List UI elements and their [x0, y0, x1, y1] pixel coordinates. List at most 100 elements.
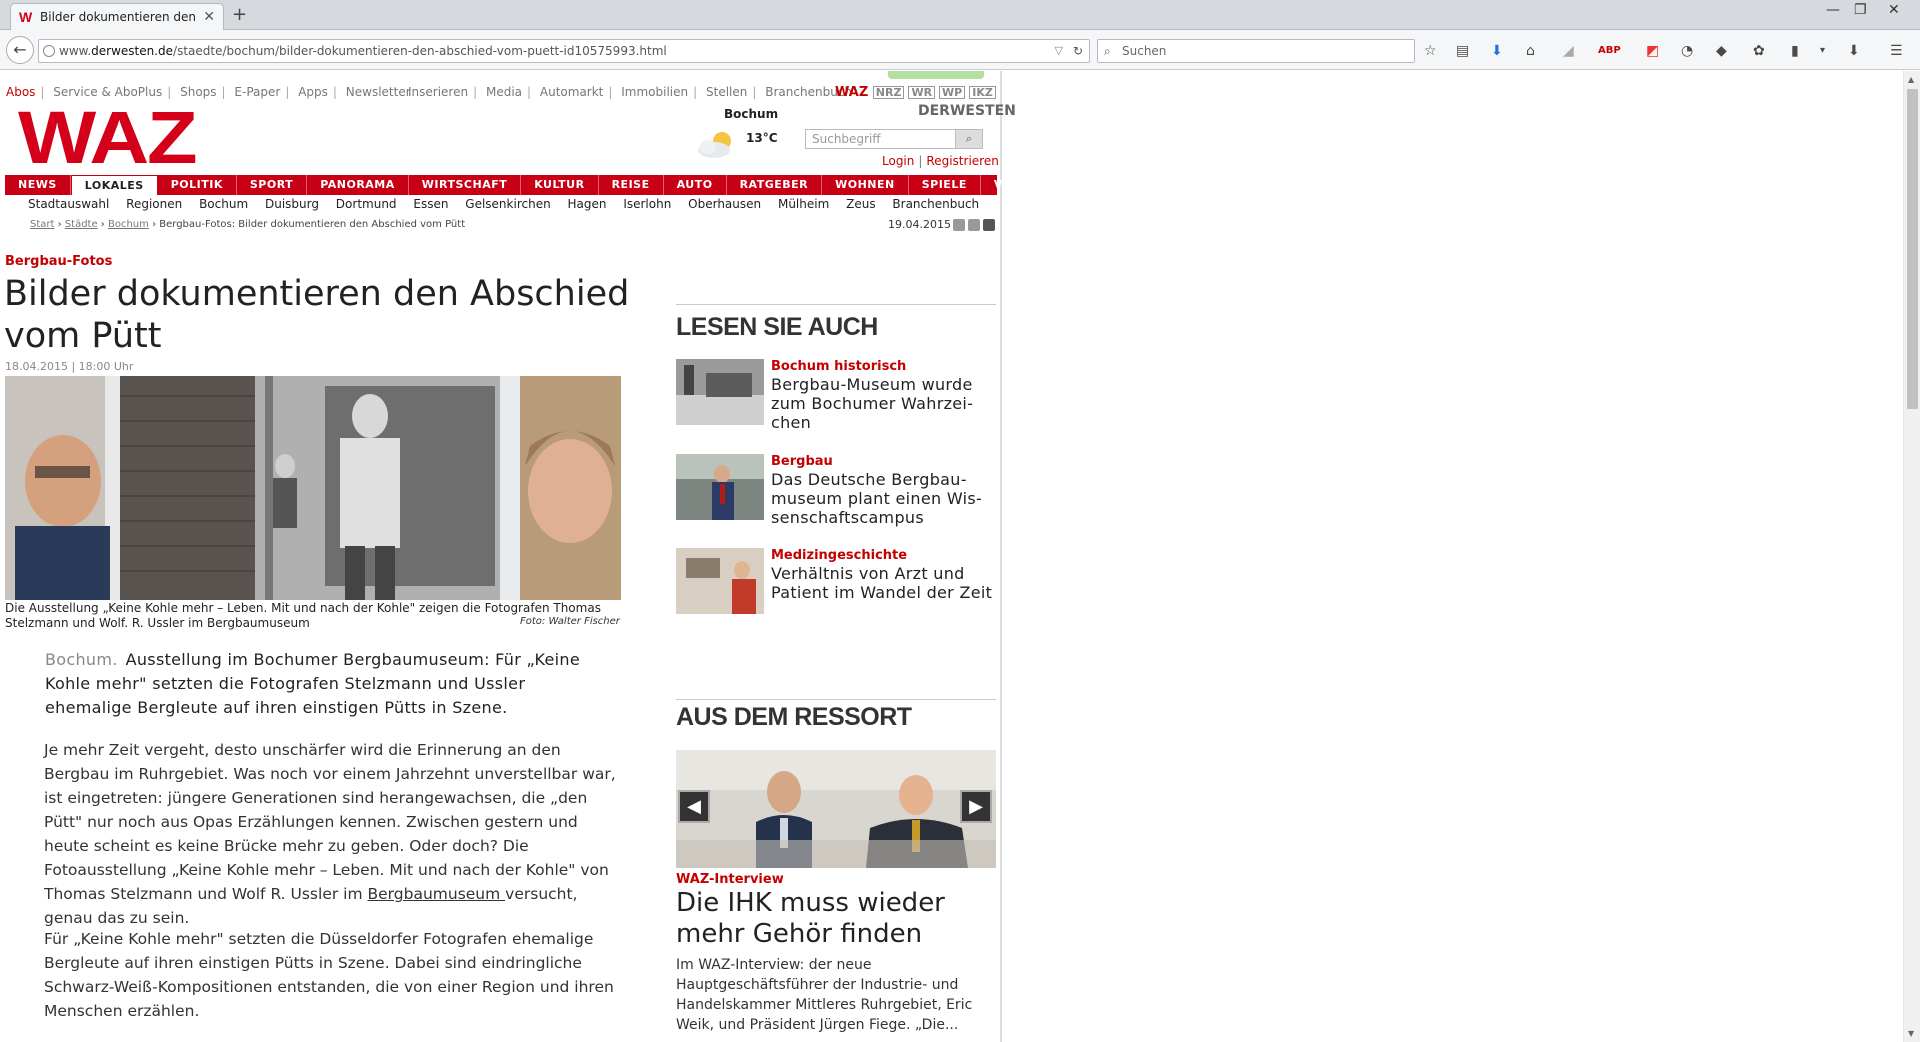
article-hero-image[interactable] [5, 376, 621, 600]
brand-wp[interactable]: WP [939, 86, 966, 99]
top-link-newsletter[interactable]: Newsletter [346, 85, 411, 99]
login-link[interactable]: Login [882, 154, 914, 168]
waz-logo[interactable]: WAZ [18, 101, 198, 175]
nav-reise[interactable]: REISE [599, 175, 664, 195]
teaser-item[interactable]: Bochum historisch Bergbau-Museum wurde z… [676, 359, 996, 432]
adblock-icon[interactable]: ABP [1598, 42, 1621, 60]
top-link-apps[interactable]: Apps [298, 85, 328, 99]
home-icon[interactable]: ⌂ [1526, 42, 1535, 60]
carousel-prev-button[interactable]: ◀ [678, 790, 710, 823]
brand-nrz[interactable]: NRZ [872, 86, 905, 99]
browser-window: W Bilder dokumentieren den ... ✕ + — ❐ ✕… [0, 0, 1920, 1042]
nav-wohnen[interactable]: WOHNEN [822, 175, 909, 195]
nav-wirtschaft[interactable]: WIRTSCHAFT [409, 175, 522, 195]
teaser-title[interactable]: Verhältnis von Arzt und Patient im Wande… [771, 564, 996, 602]
close-tab-icon[interactable]: ✕ [203, 9, 215, 25]
scroll-down-icon[interactable]: ▼ [1908, 1029, 1914, 1038]
nav-lokales[interactable]: LOKALES [70, 175, 158, 195]
clipboard-icon[interactable]: ▮ [1791, 42, 1799, 60]
subnav-oberhausen[interactable]: Oberhausen [688, 197, 761, 211]
facebook-icon[interactable] [983, 219, 995, 231]
teaser-thumbnail[interactable] [676, 454, 764, 520]
sync-icon[interactable]: ◆ [1716, 42, 1727, 60]
subnav-essen[interactable]: Essen [413, 197, 448, 211]
brand-logos: WAZ NRZ WR WP IKZ [835, 85, 1000, 100]
top-link-stellen[interactable]: Stellen [706, 85, 747, 99]
teaser-kicker: Bergbau [771, 454, 833, 469]
back-button[interactable]: ← [6, 36, 34, 64]
subnav-stadtauswahl[interactable]: Stadtauswahl [28, 197, 109, 211]
teaser-item[interactable]: Medizingeschichte Verhältnis von Arzt un… [676, 548, 996, 618]
teaser-title[interactable]: Das Deutsche Bergbau­museum plant einen … [771, 470, 996, 527]
ressort-image[interactable] [676, 750, 996, 868]
page-content: ▲ ▼ Abos | Service & AboPlus | Shops | E-Pa… [0, 71, 1920, 1042]
derwesten-logo[interactable]: DERWESTEN [918, 103, 1016, 119]
twitter-icon[interactable] [968, 219, 980, 231]
history-icon[interactable]: ◔ [1681, 42, 1693, 60]
url-bar[interactable]: www.derwesten.de/staedte/bochum/bilder-d… [38, 39, 1090, 63]
top-link-automarkt[interactable]: Automarkt [540, 85, 604, 99]
breadcrumb-start[interactable]: Start [30, 219, 54, 230]
teaser-thumbnail[interactable] [676, 359, 764, 425]
subnav-dortmund[interactable]: Dortmund [336, 197, 397, 211]
subnav-regionen[interactable]: Regionen [126, 197, 182, 211]
browser-search-input[interactable]: ⌕ Suchen [1097, 39, 1415, 63]
chevron-down-icon[interactable]: ▾ [1820, 42, 1825, 60]
nav-auto[interactable]: AUTO [664, 175, 727, 195]
restore-icon[interactable]: ❐ [1854, 2, 1867, 18]
hamburger-menu-icon[interactable]: ☰ [1890, 42, 1903, 60]
reload-icon[interactable]: ↻ [1073, 40, 1083, 62]
top-link-epaper[interactable]: E-Paper [234, 85, 280, 99]
scrollbar[interactable]: ▲ ▼ [1903, 71, 1920, 1042]
new-tab-icon[interactable]: + [232, 4, 247, 25]
reading-list-icon[interactable]: ▤ [1456, 42, 1469, 60]
bookmark-star-icon[interactable]: ☆ [1424, 42, 1437, 60]
scroll-thumb[interactable] [1907, 89, 1918, 409]
downloads-icon[interactable]: ⬇ [1848, 42, 1860, 60]
subnav-branchenbuch[interactable]: Branchenbuch [892, 197, 979, 211]
breadcrumb-staedte[interactable]: Städte [65, 219, 98, 230]
nav-ratgeber[interactable]: RATGEBER [727, 175, 823, 195]
subnav-muelheim[interactable]: Mülheim [778, 197, 829, 211]
close-window-icon[interactable]: ✕ [1888, 2, 1900, 18]
nav-videos[interactable]: VIDEOS [981, 175, 1057, 195]
bergbaumuseum-link[interactable]: Bergbaumuseum [368, 885, 506, 903]
top-link-immobilien[interactable]: Immobilien [621, 85, 688, 99]
browser-tab[interactable]: W Bilder dokumentieren den ... ✕ [10, 3, 224, 30]
nav-sport[interactable]: SPORT [237, 175, 308, 195]
register-link[interactable]: Registrieren [926, 154, 998, 168]
teaser-title[interactable]: Bergbau-Museum wurde zum Bochumer Wahrze… [771, 375, 996, 432]
teaser-thumbnail[interactable] [676, 548, 764, 614]
subnav-bochum[interactable]: Bochum [199, 197, 248, 211]
subnav-hagen[interactable]: Hagen [568, 197, 607, 211]
subnav-gelsenkirchen[interactable]: Gelsenkirchen [465, 197, 550, 211]
url-path: /staedte/bochum/bilder-dokumentieren-den… [173, 44, 667, 58]
top-link-inserieren[interactable]: Inserieren [408, 85, 468, 99]
brand-waz[interactable]: WAZ [835, 85, 868, 100]
dropdown-icon[interactable]: ▽ [1055, 40, 1063, 62]
send-icon[interactable]: ◢ [1563, 42, 1574, 60]
rss-icon[interactable] [953, 219, 965, 231]
teaser-item[interactable]: Bergbau Das Deutsche Bergbau­museum plan… [676, 454, 996, 527]
subnav-zeus[interactable]: Zeus [846, 197, 875, 211]
top-link-media[interactable]: Media [486, 85, 522, 99]
ressort-title[interactable]: Die IHK muss wieder mehr Gehör finden [676, 888, 996, 950]
nav-news[interactable]: NEWS [5, 175, 71, 195]
subnav-duisburg[interactable]: Duisburg [265, 197, 319, 211]
brand-wr[interactable]: WR [908, 86, 936, 99]
chevron-right-icon: ▶ [969, 796, 983, 817]
breadcrumb-bochum[interactable]: Bochum [108, 219, 149, 230]
scroll-up-icon[interactable]: ▲ [1908, 75, 1914, 84]
site-search-button[interactable]: ⌕ [955, 129, 983, 149]
download-arrow-icon[interactable]: ⬇ [1491, 42, 1503, 60]
carousel-next-button[interactable]: ▶ [960, 790, 992, 823]
extension-icon[interactable]: ✿ [1753, 42, 1765, 60]
subnav-iserlohn[interactable]: Iserlohn [623, 197, 671, 211]
minimize-icon[interactable]: — [1826, 2, 1840, 18]
nav-spiele[interactable]: SPIELE [909, 175, 981, 195]
nav-politik[interactable]: POLITIK [158, 175, 237, 195]
brand-ikz[interactable]: IKZ [969, 86, 996, 99]
nav-kultur[interactable]: KULTUR [521, 175, 599, 195]
extension-red-icon[interactable]: ◩ [1646, 42, 1659, 60]
nav-panorama[interactable]: PANORAMA [307, 175, 409, 195]
